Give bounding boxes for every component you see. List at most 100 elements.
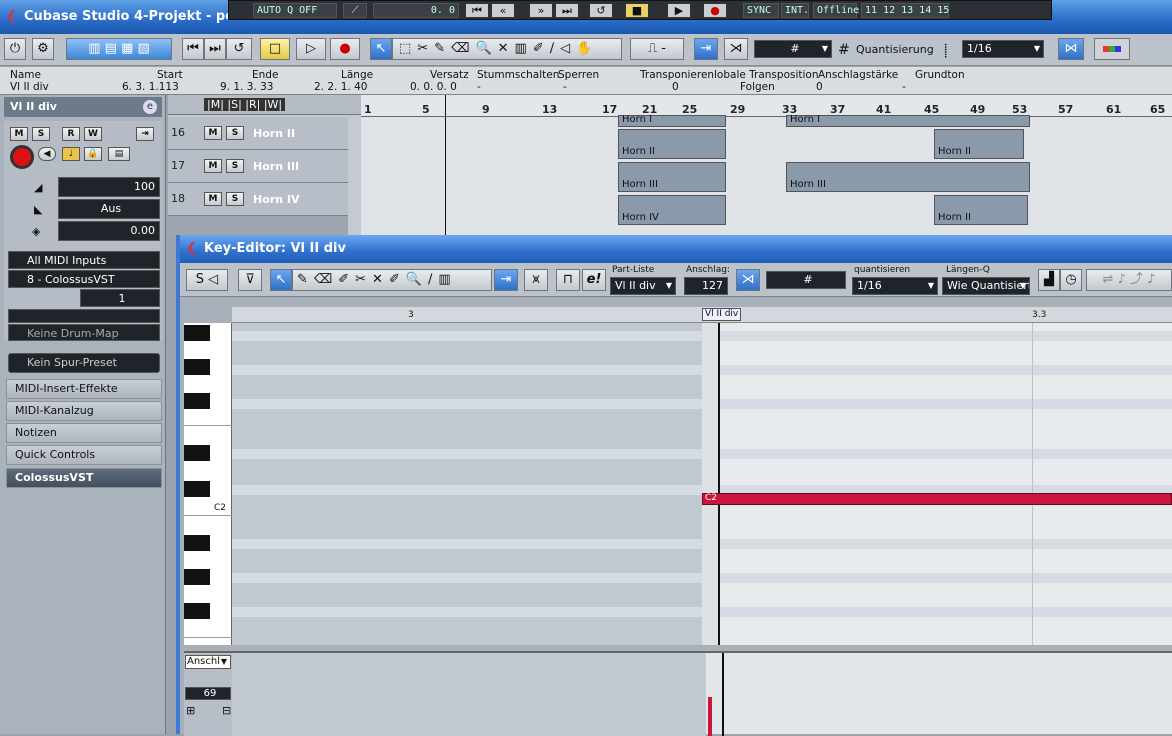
midi-part[interactable]: Horn II — [618, 129, 726, 159]
pan-field[interactable]: Aus — [58, 199, 160, 219]
record-button[interactable]: ● — [703, 3, 727, 18]
lock-icon[interactable]: 🔒 — [84, 147, 102, 161]
sync-button[interactable]: SYNC — [743, 3, 779, 18]
view-options-group[interactable]: ▥ ▤ ▦ ▧ — [66, 38, 172, 60]
arrange-ruler[interactable]: 1 5 9 13 17 21 25 29 33 37 41 45 49 53 5… — [361, 95, 1172, 117]
info-value-length[interactable]: 2. 2. 1. 40 — [314, 81, 367, 93]
black-key[interactable] — [184, 603, 210, 619]
info-toggle-icon[interactable]: ⊽ — [238, 269, 262, 291]
mute-button[interactable]: M — [10, 127, 28, 141]
record-enable-button[interactable] — [10, 145, 34, 169]
black-key[interactable] — [184, 393, 210, 409]
solo-button[interactable]: S — [32, 127, 50, 141]
track-list-toggle-icons[interactable]: |M| |S| |R| |W| — [204, 98, 286, 111]
autoscroll-toggle[interactable]: ⎍ - — [630, 38, 684, 60]
lane-icon[interactable]: ▤ — [108, 147, 130, 161]
timebase-icon[interactable]: ♩ — [62, 147, 80, 161]
track-preset-select[interactable]: Kein Spur-Preset — [8, 353, 160, 373]
info-value-root[interactable]: - — [902, 81, 906, 93]
solo-editor-icon[interactable]: S ◁ — [186, 269, 228, 291]
program-field[interactable] — [8, 309, 160, 323]
info-value-velocity[interactable]: 0 — [816, 81, 823, 93]
marker-buttons[interactable]: 11 12 13 14 15 — [861, 3, 949, 18]
midi-part[interactable]: Horn III — [786, 162, 1030, 192]
grid-type-select[interactable]: # ▼ — [754, 40, 832, 58]
part-list-select[interactable]: Vl II div ▼ — [610, 277, 676, 295]
cycle-button[interactable]: ↺ — [226, 38, 252, 60]
black-key[interactable] — [184, 569, 210, 585]
midi-channel-field[interactable]: 1 — [80, 289, 160, 307]
cycle-button[interactable]: ↺ — [589, 3, 613, 18]
part-bounds-icon[interactable]: ⩙ — [524, 269, 548, 291]
velocity-bar[interactable] — [708, 697, 712, 736]
midi-part[interactable]: Horn III — [618, 162, 726, 192]
autoq-toggle[interactable]: AUTO Q OFF — [253, 3, 337, 18]
write-button[interactable]: W — [84, 127, 102, 141]
remove-lane-icon[interactable]: ⊟ — [222, 704, 231, 717]
drum-map-select[interactable]: Keine Drum-Map — [8, 324, 160, 341]
black-key[interactable] — [184, 359, 210, 375]
snap-mode-icon[interactable]: ⋊ — [736, 269, 760, 291]
midi-note[interactable]: C2 — [702, 493, 1172, 505]
piano-keyboard[interactable]: C2 — [184, 323, 232, 645]
power-icon[interactable]: ⏻ — [4, 38, 26, 60]
routing-icon[interactable]: ⇥ — [136, 127, 154, 141]
settings-icon[interactable]: ⚙ — [32, 38, 54, 60]
snap-mode-icon[interactable]: ⋊ — [724, 38, 748, 60]
acoustic-feedback-icon[interactable]: e! — [582, 269, 606, 291]
quantize-label[interactable]: Quantisierung — [856, 43, 934, 56]
length-quantize-select[interactable]: Wie Quantisiert ▼ — [942, 277, 1030, 295]
edit-tools-group[interactable]: ⬚✂✎⌫🔍✕▥✐∕◁✋ — [392, 38, 622, 60]
key-editor-ruler[interactable]: 3 3.3 Vl II div — [232, 307, 1172, 323]
midi-part[interactable]: Horn II — [934, 129, 1024, 159]
info-value-end[interactable]: 9. 1. 3. 33 — [220, 81, 273, 93]
step-input-group[interactable]: ⇌ ♪ ⤴ ♪ — [1086, 269, 1172, 291]
quantize-value-select[interactable]: 1/16 ▼ — [962, 40, 1044, 58]
inspector-track-name[interactable]: Vl II div — [4, 97, 162, 117]
note-grid[interactable]: C2 — [232, 323, 1172, 645]
add-lane-icon[interactable]: ⊞ — [186, 704, 195, 717]
track-row[interactable]: 16 M S Horn II — [168, 117, 348, 150]
solo-button[interactable]: S — [226, 159, 244, 173]
info-value-name[interactable]: Vl II div — [10, 81, 49, 93]
black-key[interactable] — [184, 481, 210, 497]
goto-start-button[interactable]: ⏮ — [182, 38, 204, 60]
goto-end-button[interactable]: ⏭ — [555, 3, 579, 18]
read-button[interactable]: R — [62, 127, 80, 141]
lane-type-select[interactable]: Anschl ▼ — [185, 655, 231, 669]
play-button[interactable]: ▷ — [296, 38, 326, 60]
track-row[interactable]: 18 M S Horn IV — [168, 183, 348, 216]
iterative-quantize-icon[interactable]: ⋈ — [1058, 38, 1084, 60]
midi-input-select[interactable]: All MIDI Inputs — [8, 251, 160, 269]
chord-icon[interactable]: ▟ — [1038, 269, 1060, 291]
color-palette-icon[interactable] — [1094, 38, 1130, 60]
arrow-tool-icon[interactable]: ↖ — [270, 269, 292, 291]
info-value-global-transpose[interactable]: Folgen — [740, 81, 775, 93]
metronome-icon[interactable]: ◷ — [1060, 269, 1082, 291]
record-button[interactable]: ● — [330, 38, 360, 60]
black-key[interactable] — [184, 325, 210, 341]
solo-button[interactable]: S — [226, 126, 244, 140]
grid-type-select[interactable]: # — [766, 271, 846, 289]
section-midi-inserts[interactable]: MIDI-Insert-Effekte — [6, 379, 162, 399]
quantize-select[interactable]: 1/16 ▼ — [852, 277, 938, 295]
goto-start-button[interactable]: ⏮ — [465, 3, 489, 18]
section-quick-controls[interactable]: Quick Controls — [6, 445, 162, 465]
track-row[interactable]: 17 M S Horn III — [168, 150, 348, 183]
stop-button[interactable]: □ — [260, 38, 290, 60]
stop-button[interactable]: ■ — [625, 3, 649, 18]
snap-toggle-icon[interactable]: ⇥ — [694, 38, 718, 60]
arrow-tool-icon[interactable]: ↖ — [370, 38, 392, 60]
autoscroll-icon[interactable]: ⇥ — [494, 269, 518, 291]
info-value-mute[interactable]: - — [477, 81, 481, 93]
mute-button[interactable]: M — [204, 192, 222, 206]
black-key[interactable] — [184, 445, 210, 461]
lane-value-field[interactable]: 69 — [185, 687, 231, 700]
volume-field[interactable]: 100 — [58, 177, 160, 197]
solo-button[interactable]: S — [226, 192, 244, 206]
velocity-lane[interactable]: Anschl ▼ 69 ⊞ ⊟ — [184, 651, 1172, 736]
midi-part[interactable]: Horn I — [786, 114, 1030, 127]
mute-button[interactable]: M — [204, 126, 222, 140]
black-key[interactable] — [184, 535, 210, 551]
mute-button[interactable]: M — [204, 159, 222, 173]
